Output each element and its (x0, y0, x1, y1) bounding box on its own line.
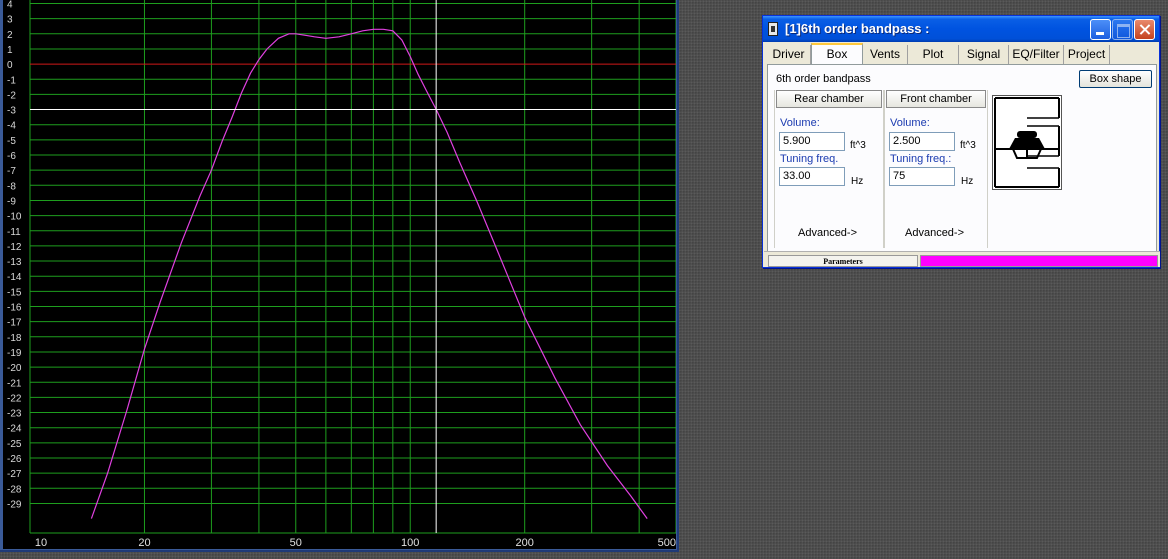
maximize-button[interactable] (1112, 19, 1133, 40)
rear-tuning-unit: Hz (851, 176, 864, 187)
chart-series (30, 0, 676, 533)
front-volume-input[interactable]: 2.500 (889, 132, 955, 151)
y-tick-label: -10 (7, 212, 22, 223)
y-tick-label: 0 (7, 60, 13, 71)
front-chamber-group: Front chamber Volume: 2.500 ft^3 Tuning … (884, 90, 988, 248)
front-tuning-label: Tuning freq.: (890, 153, 952, 165)
tab-signal[interactable]: Signal (959, 45, 1009, 64)
rear-volume-input[interactable]: 5.900 (779, 132, 845, 151)
y-tick-label: -25 (7, 439, 22, 450)
front-volume-label: Volume: (890, 117, 930, 129)
status-bar: Parameters (764, 251, 1160, 267)
tab-box[interactable]: Box (811, 43, 863, 65)
y-tick-label: 2 (7, 30, 13, 41)
y-tick-label: 4 (7, 0, 13, 11)
y-tick-label: -13 (7, 257, 22, 268)
y-tick-label: -24 (7, 424, 22, 435)
y-tick-label: -20 (7, 363, 22, 374)
y-tick-label: -5 (7, 136, 16, 147)
chart-axis-labels: 43210-1-2-3-4-5-6-7-8-9-10-11-12-13-14-1… (7, 0, 676, 549)
tab-vents[interactable]: Vents (863, 45, 908, 64)
front-advanced-link[interactable]: Advanced-> (905, 227, 964, 239)
y-tick-label: -17 (7, 318, 22, 329)
y-tick-label: -22 (7, 393, 22, 404)
x-tick-label: 500 (658, 537, 676, 549)
status-parameters-label: Parameters (768, 255, 918, 267)
tab-plot[interactable]: Plot (908, 45, 959, 64)
response-chart[interactable]: 43210-1-2-3-4-5-6-7-8-9-10-11-12-13-14-1… (3, 0, 676, 549)
plot-area[interactable]: 4 3 2 1 0 -1 -2 -3 -4 -5 -6 -7 -8 -9 -10 -11 -12 -13 -14 -1… (3, 0, 676, 549)
y-tick-label: -2 (7, 90, 16, 101)
box-shape-button[interactable]: Box shape (1079, 70, 1152, 88)
dialog-title: [1]6th order bandpass : (785, 21, 930, 36)
box-diagram-image (992, 95, 1062, 190)
y-tick-label: -23 (7, 409, 22, 420)
tab-project[interactable]: Project (1064, 45, 1110, 64)
y-tick-label: -19 (7, 348, 22, 359)
tab-eq-filter[interactable]: EQ/Filter (1009, 45, 1064, 64)
y-tick-label: -12 (7, 242, 22, 253)
rear-tuning-input[interactable]: 33.00 (779, 167, 845, 186)
y-tick-label: -11 (7, 227, 21, 238)
tab-strip: Driver Box Vents Plot Signal EQ/Filter P… (767, 43, 1157, 65)
y-tick-label: -15 (7, 287, 22, 298)
y-tick-label: -16 (7, 303, 22, 314)
y-tick-label: -6 (7, 151, 16, 162)
chart-grid (29, 0, 676, 534)
y-tick-label: 1 (7, 45, 13, 56)
y-tick-label: -27 (7, 469, 22, 480)
status-progress-bar (920, 255, 1158, 267)
window-icon[interactable] (768, 22, 778, 36)
y-tick-label: -3 (7, 106, 16, 117)
plot-window: 4 3 2 1 0 -1 -2 -3 -4 -5 -6 -7 -8 -9 -10 -11 -12 -13 -14 -1… (0, 0, 679, 552)
tab-driver[interactable]: Driver (767, 45, 811, 64)
front-volume-unit: ft^3 (960, 140, 976, 151)
front-chamber-button[interactable]: Front chamber (886, 90, 986, 108)
x-tick-label: 20 (138, 537, 150, 549)
dialog-titlebar[interactable]: [1]6th order bandpass : (763, 16, 1159, 42)
rear-tuning-label: Tuning freq. (780, 153, 839, 165)
status-progress-fill (921, 256, 1157, 266)
front-tuning-unit: Hz (961, 176, 974, 187)
front-tuning-input[interactable]: 75 (889, 167, 955, 186)
rear-chamber-group: Rear chamber Volume: 5.900 ft^3 Tuning f… (774, 90, 884, 248)
x-tick-label: 200 (516, 537, 534, 549)
y-tick-label: -7 (7, 166, 16, 177)
x-tick-label: 100 (401, 537, 419, 549)
rear-advanced-link[interactable]: Advanced-> (798, 227, 857, 239)
y-tick-label: -18 (7, 333, 22, 344)
x-tick-label: 10 (35, 537, 47, 549)
y-tick-label: -29 (7, 499, 22, 510)
minimize-button[interactable] (1090, 19, 1111, 40)
y-tick-label: -4 (7, 121, 16, 132)
y-tick-label: -14 (7, 272, 22, 283)
y-tick-label: 3 (7, 15, 13, 26)
response-curve (90, 28, 648, 519)
y-tick-label: -1 (7, 75, 16, 86)
y-tick-label: -28 (7, 484, 22, 495)
y-tick-label: -8 (7, 181, 16, 192)
box-dialog: [1]6th order bandpass : Driver Box Vents… (762, 15, 1160, 268)
rear-chamber-button[interactable]: Rear chamber (776, 90, 882, 108)
rear-volume-label: Volume: (780, 117, 820, 129)
y-tick-label: -21 (7, 378, 22, 389)
rear-volume-unit: ft^3 (850, 140, 866, 151)
x-tick-label: 50 (290, 537, 302, 549)
box-tab-panel: 6th order bandpass Box shape Rear chambe… (767, 64, 1157, 254)
close-button[interactable] (1134, 19, 1155, 40)
y-tick-label: -9 (7, 196, 16, 207)
box-type-label: 6th order bandpass (776, 73, 871, 85)
y-tick-label: -26 (7, 454, 22, 465)
